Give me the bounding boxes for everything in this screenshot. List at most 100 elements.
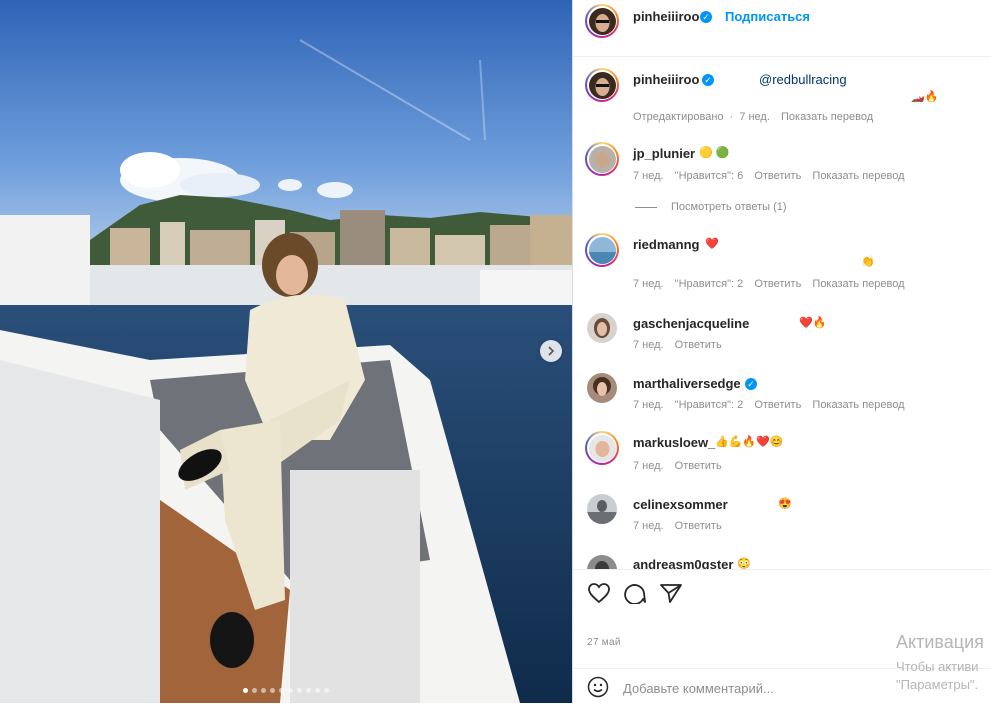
comment-likes[interactable]: "Нравится": 2 — [675, 278, 744, 290]
emoji-picker-button[interactable] — [587, 676, 609, 703]
avatar-image-icon — [587, 555, 617, 569]
comment-username[interactable]: celinexsommer — [633, 497, 728, 512]
comment-likes[interactable]: "Нравится": 6 — [675, 170, 744, 182]
view-replies-label: Посмотреть ответы (1) — [671, 201, 787, 213]
carousel-dot[interactable] — [243, 688, 248, 693]
comment-button[interactable] — [623, 582, 647, 609]
comment-time: 7 нед. — [633, 520, 664, 532]
add-comment-input[interactable] — [621, 677, 925, 699]
photo-scene — [0, 0, 572, 703]
heart-icon — [588, 583, 610, 604]
comment-username[interactable]: jp_plunier — [633, 146, 695, 161]
commenter-avatar[interactable] — [585, 142, 619, 176]
comment-text-extra: 👏 — [861, 256, 875, 268]
reply-button[interactable]: Ответить — [754, 399, 801, 411]
share-button[interactable] — [659, 582, 683, 609]
post-date[interactable]: 27 май — [587, 637, 621, 648]
comment-text: 😳 — [737, 558, 751, 569]
comment-time: 7 нед. — [633, 170, 664, 182]
post-photo — [0, 0, 572, 703]
author-avatar[interactable] — [585, 4, 619, 38]
post-side-panel: pinheiiiroo ✓ Подписаться pinheiiiroo ✓ … — [572, 0, 991, 703]
follow-button[interactable]: Подписаться — [725, 9, 810, 24]
author-username[interactable]: pinheiiiroo — [633, 9, 699, 24]
view-replies-button[interactable]: Посмотреть ответы (1) — [635, 201, 787, 213]
comment-meta: 7 нед. "Нравится": 2 Ответить Показать п… — [633, 278, 913, 290]
reply-button[interactable]: Ответить — [754, 170, 801, 182]
carousel-dot[interactable] — [279, 688, 284, 693]
carousel-dot[interactable] — [252, 688, 257, 693]
avatar-image-icon — [588, 145, 616, 173]
add-comment-bar — [573, 668, 991, 704]
comment-time: 7 нед. — [633, 460, 664, 472]
reply-button[interactable]: Ответить — [675, 339, 722, 351]
meta-separator: · — [729, 111, 734, 123]
replies-divider — [635, 206, 657, 208]
avatar-image-icon — [587, 313, 617, 343]
comment-username[interactable]: gaschenjacqueline — [633, 316, 749, 331]
comment-meta: 7 нед. Ответить — [633, 339, 730, 351]
carousel-dot[interactable] — [270, 688, 275, 693]
comment-username[interactable]: riedmanng — [633, 237, 699, 252]
carousel-indicator — [0, 688, 572, 693]
verified-badge-icon: ✓ — [700, 11, 712, 23]
carousel-dot[interactable] — [288, 688, 293, 693]
comment-text: 🟡 🟢 — [699, 147, 730, 159]
carousel-dot[interactable] — [297, 688, 302, 693]
comment-time: 7 нед. — [633, 399, 664, 411]
avatar-image-icon — [588, 7, 616, 35]
commenter-avatar[interactable] — [587, 373, 617, 403]
caption-time: 7 нед. — [739, 111, 770, 123]
avatar-image-icon — [588, 434, 616, 462]
post-header: pinheiiiroo ✓ Подписаться — [573, 0, 991, 57]
comment-time: 7 нед. — [633, 339, 664, 351]
reply-button[interactable]: Ответить — [675, 460, 722, 472]
carousel-dot[interactable] — [306, 688, 311, 693]
reply-button[interactable]: Ответить — [675, 520, 722, 532]
caption-mention[interactable]: @redbullracing — [759, 72, 847, 87]
translate-button[interactable]: Показать перевод — [812, 399, 904, 411]
caption-meta: Отредактировано · 7 нед. Показать перево… — [633, 111, 881, 123]
verified-badge-icon: ✓ — [745, 378, 757, 390]
carousel-next-button[interactable] — [540, 340, 562, 362]
comment-username[interactable]: markusloew_ — [633, 435, 715, 450]
post-actions — [573, 569, 991, 620]
translate-button[interactable]: Показать перевод — [812, 278, 904, 290]
commenter-avatar[interactable] — [587, 494, 617, 524]
reply-button[interactable]: Ответить — [754, 278, 801, 290]
emoji-icon — [587, 676, 609, 698]
comment-text: ❤️ — [705, 238, 719, 250]
avatar-image-icon — [588, 71, 616, 99]
comments-list: pinheiiiroo ✓ @redbullracing 🏎️🔥 Отредак… — [573, 56, 991, 569]
comment-username[interactable]: andreasm0gster — [633, 557, 733, 569]
edited-label: Отредактировано — [633, 111, 724, 123]
comment-time: 7 нед. — [633, 278, 664, 290]
comment-text: 👍💪🔥❤️😊 — [715, 436, 784, 448]
avatar-image-icon — [587, 494, 617, 524]
comment-meta: 7 нед. "Нравится": 2 Ответить Показать п… — [633, 399, 913, 411]
commenter-avatar[interactable] — [585, 431, 619, 465]
commenter-avatar[interactable] — [587, 555, 617, 569]
comment-username[interactable]: marthaliversedge — [633, 376, 741, 391]
comment-icon — [624, 584, 646, 605]
caption-emojis: 🏎️🔥 — [911, 91, 939, 103]
carousel-dot[interactable] — [324, 688, 329, 693]
avatar-image-icon — [587, 373, 617, 403]
comment-text: ❤️🔥 — [799, 317, 827, 329]
comment-meta: 7 нед. Ответить — [633, 460, 730, 472]
share-icon — [660, 584, 682, 603]
carousel-dot[interactable] — [315, 688, 320, 693]
commenter-avatar[interactable] — [585, 233, 619, 267]
carousel-dot[interactable] — [261, 688, 266, 693]
verified-badge-icon: ✓ — [702, 74, 714, 86]
comment-meta: 7 нед. Ответить — [633, 520, 730, 532]
comment-meta: 7 нед. "Нравится": 6 Ответить Показать п… — [633, 170, 913, 182]
translate-button[interactable]: Показать перевод — [812, 170, 904, 182]
caption-translate-button[interactable]: Показать перевод — [781, 111, 873, 123]
commenter-avatar[interactable] — [587, 313, 617, 343]
like-button[interactable] — [587, 582, 611, 609]
comment-likes[interactable]: "Нравится": 2 — [675, 399, 744, 411]
comment-text: 😍 — [778, 498, 792, 510]
caption-username[interactable]: pinheiiiroo — [633, 72, 699, 87]
caption-avatar[interactable] — [585, 68, 619, 102]
